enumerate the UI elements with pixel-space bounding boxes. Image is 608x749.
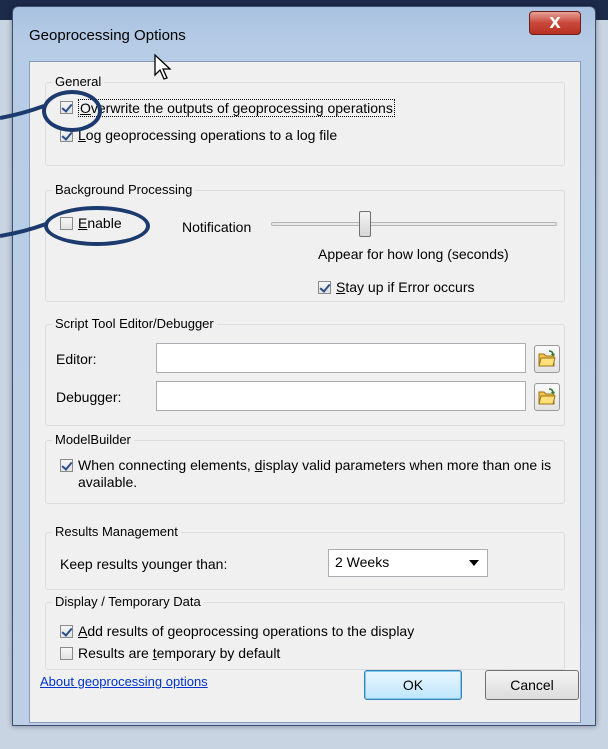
add-results-check[interactable] <box>60 625 73 638</box>
background-group-title: Background Processing <box>52 182 196 197</box>
debugger-input[interactable] <box>156 381 526 411</box>
notification-slider-thumb[interactable] <box>359 211 372 237</box>
title-bar[interactable]: Geoprocessing Options X <box>13 7 595 59</box>
temporary-results-label: Results are temporary by default <box>78 645 281 661</box>
overwrite-outputs-checkbox[interactable]: Overwrite the outputs of geoprocessing o… <box>60 99 395 117</box>
script-tool-group: Script Tool Editor/Debugger Editor: Debu… <box>45 316 565 426</box>
temporary-results-check[interactable] <box>60 647 73 660</box>
about-geoprocessing-link[interactable]: About geoprocessing options <box>40 674 208 689</box>
close-button[interactable]: X <box>529 11 581 35</box>
general-group: General Overwrite the outputs of geoproc… <box>45 74 565 166</box>
keep-results-dropdown[interactable]: 2 Weeks <box>328 549 488 577</box>
add-results-checkbox[interactable]: Add results of geoprocessing operations … <box>60 623 414 639</box>
stay-up-label: Stay up if Error occurs <box>336 279 475 295</box>
keep-results-label: Keep results younger than: <box>60 556 228 572</box>
valid-parameters-checkbox[interactable]: When connecting elements, display valid … <box>60 457 551 491</box>
valid-parameters-label: When connecting elements, display valid … <box>78 457 552 490</box>
display-temporary-group: Display / Temporary Data Add results of … <box>45 594 565 670</box>
open-folder-icon <box>538 350 556 367</box>
dialog-title: Geoprocessing Options <box>29 27 186 44</box>
notification-label: Notification <box>182 219 252 235</box>
editor-input[interactable] <box>156 343 526 373</box>
script-group-title: Script Tool Editor/Debugger <box>52 316 217 331</box>
stay-up-checkbox[interactable]: Stay up if Error occurs <box>318 279 475 295</box>
temporary-results-checkbox[interactable]: Results are temporary by default <box>60 645 280 661</box>
valid-parameters-check[interactable] <box>60 459 73 472</box>
debugger-browse-button[interactable] <box>534 383 560 411</box>
log-operations-label: Log geoprocessing operations to a log fi… <box>78 127 338 143</box>
results-group-title: Results Management <box>52 524 181 539</box>
display-group-title: Display / Temporary Data <box>52 594 204 609</box>
background-processing-group: Background Processing Enable Notificatio… <box>45 182 565 302</box>
modelbuilder-group: ModelBuilder When connecting elements, d… <box>45 432 565 504</box>
modelbuilder-group-title: ModelBuilder <box>52 432 134 447</box>
chevron-down-icon <box>469 560 479 566</box>
dialog-body: General Overwrite the outputs of geoproc… <box>29 61 581 723</box>
appear-duration-label: Appear for how long (seconds) <box>318 246 509 262</box>
mouse-cursor-icon <box>154 53 172 80</box>
open-folder-icon <box>538 388 556 405</box>
stay-up-check[interactable] <box>318 281 331 294</box>
add-results-label: Add results of geoprocessing operations … <box>78 623 415 639</box>
debugger-label: Debugger: <box>56 389 122 405</box>
log-operations-checkbox[interactable]: Log geoprocessing operations to a log fi… <box>60 127 337 143</box>
ok-button[interactable]: OK <box>364 670 462 700</box>
keep-results-value: 2 Weeks <box>335 554 390 570</box>
notification-slider-track[interactable] <box>271 222 557 226</box>
overwrite-outputs-label: Overwrite the outputs of geoprocessing o… <box>78 99 395 117</box>
results-management-group: Results Management Keep results younger … <box>45 524 565 590</box>
editor-browse-button[interactable] <box>534 345 560 373</box>
editor-label: Editor: <box>56 351 97 367</box>
annotation-arrows <box>0 104 47 238</box>
cancel-button[interactable]: Cancel <box>485 670 579 700</box>
